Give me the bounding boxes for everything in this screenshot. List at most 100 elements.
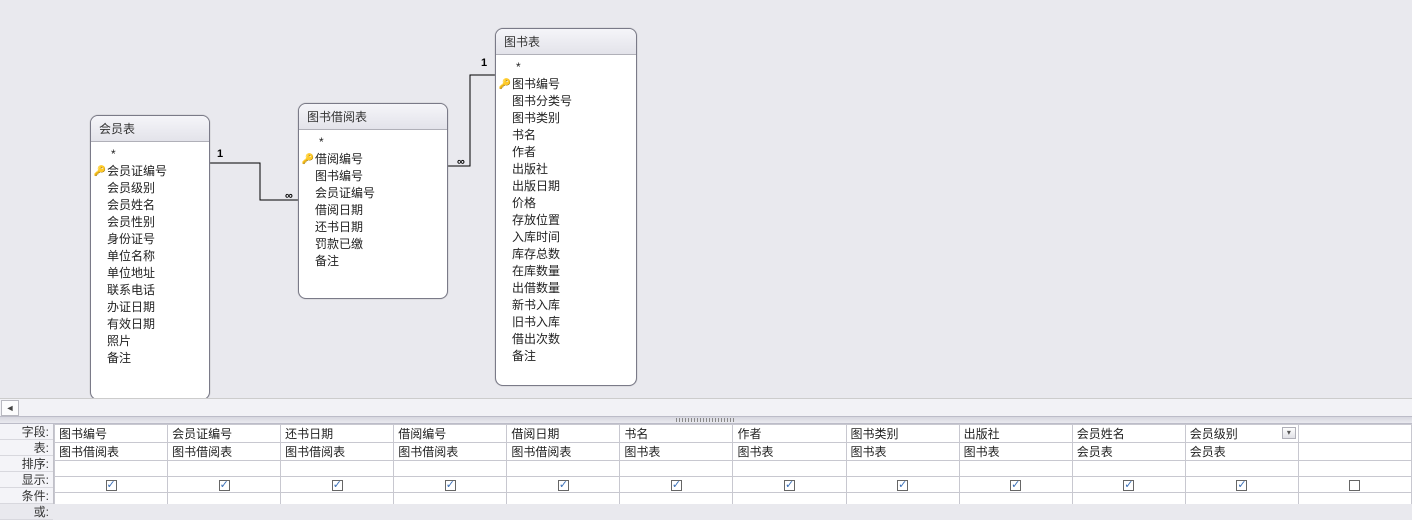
grid-table-cell[interactable]: 图书借阅表 [55, 443, 168, 461]
field-item[interactable]: * [299, 134, 447, 151]
field-item[interactable]: 出借数量 [496, 280, 636, 297]
grid-sort-cell[interactable] [1298, 461, 1411, 477]
grid-field-cell[interactable]: 出版社 [959, 425, 1072, 443]
grid-field-cell[interactable]: 会员级别▾ [1185, 425, 1298, 443]
query-design-surface[interactable]: 1 ∞ ∞ 1 会员表 *🔑会员证编号会员级别会员姓名会员性别身份证号单位名称单… [0, 0, 1412, 398]
pane-splitter[interactable] [0, 416, 1412, 424]
table-field-list[interactable]: *🔑借阅编号图书编号会员证编号借阅日期还书日期罚款已缴备注 [299, 130, 447, 299]
grid-sort-cell[interactable] [846, 461, 959, 477]
grid-criteria-cell[interactable] [394, 493, 507, 505]
grid-show-cell[interactable] [281, 477, 394, 493]
field-item[interactable]: 出版日期 [496, 178, 636, 195]
field-item[interactable]: * [91, 146, 209, 163]
table-member[interactable]: 会员表 *🔑会员证编号会员级别会员姓名会员性别身份证号单位名称单位地址联系电话办… [90, 115, 210, 400]
field-item[interactable]: 备注 [299, 253, 447, 270]
show-checkbox[interactable] [106, 480, 117, 491]
grid-show-cell[interactable] [959, 477, 1072, 493]
field-item[interactable]: 作者 [496, 144, 636, 161]
field-item[interactable]: 出版社 [496, 161, 636, 178]
field-item[interactable]: 会员证编号 [299, 185, 447, 202]
grid-field-cell[interactable]: 会员证编号 [168, 425, 281, 443]
grid-table[interactable]: 图书编号会员证编号还书日期借阅编号借阅日期书名作者图书类别出版社会员姓名会员级别… [54, 424, 1412, 504]
field-item[interactable]: 备注 [91, 350, 209, 367]
grid-table-cell[interactable]: 图书借阅表 [507, 443, 620, 461]
field-item[interactable]: 图书类别 [496, 110, 636, 127]
grid-sort-cell[interactable] [507, 461, 620, 477]
grid-criteria-cell[interactable] [1298, 493, 1411, 505]
table-borrow[interactable]: 图书借阅表 *🔑借阅编号图书编号会员证编号借阅日期还书日期罚款已缴备注 [298, 103, 448, 299]
grid-sort-cell[interactable] [281, 461, 394, 477]
grid-field-cell[interactable] [1298, 425, 1411, 443]
grid-field-cell[interactable]: 还书日期 [281, 425, 394, 443]
field-item[interactable]: 单位地址 [91, 265, 209, 282]
grid-table-cell[interactable]: 图书表 [846, 443, 959, 461]
field-item[interactable]: 罚款已缴 [299, 236, 447, 253]
show-checkbox[interactable] [445, 480, 456, 491]
show-checkbox[interactable] [897, 480, 908, 491]
field-item[interactable]: * [496, 59, 636, 76]
table-title[interactable]: 图书表 [496, 29, 636, 55]
grid-sort-cell[interactable] [620, 461, 733, 477]
grid-table-cell[interactable]: 会员表 [1185, 443, 1298, 461]
show-checkbox[interactable] [219, 480, 230, 491]
table-title[interactable]: 会员表 [91, 116, 209, 142]
grid-sort-cell[interactable] [959, 461, 1072, 477]
field-item[interactable]: 身份证号 [91, 231, 209, 248]
grid-criteria-cell[interactable] [846, 493, 959, 505]
show-checkbox[interactable] [671, 480, 682, 491]
show-checkbox[interactable] [1010, 480, 1021, 491]
field-item[interactable]: 单位名称 [91, 248, 209, 265]
field-item[interactable]: 有效日期 [91, 316, 209, 333]
grid-field-cell[interactable]: 书名 [620, 425, 733, 443]
show-checkbox[interactable] [1123, 480, 1134, 491]
field-item[interactable]: 会员级别 [91, 180, 209, 197]
grid-criteria-cell[interactable] [168, 493, 281, 505]
table-field-list[interactable]: *🔑图书编号图书分类号图书类别书名作者出版社出版日期价格存放位置入库时间库存总数… [496, 55, 636, 386]
field-item[interactable]: 借出次数 [496, 331, 636, 348]
grid-show-cell[interactable] [1298, 477, 1411, 493]
field-item[interactable]: 书名 [496, 127, 636, 144]
grid-table-cell[interactable]: 图书表 [959, 443, 1072, 461]
grid-criteria-cell[interactable] [55, 493, 168, 505]
grid-field-cell[interactable]: 图书编号 [55, 425, 168, 443]
grid-sort-cell[interactable] [1185, 461, 1298, 477]
grid-show-cell[interactable] [846, 477, 959, 493]
grid-show-cell[interactable] [168, 477, 281, 493]
show-checkbox[interactable] [332, 480, 343, 491]
grid-criteria-cell[interactable] [1072, 493, 1185, 505]
field-item[interactable]: 联系电话 [91, 282, 209, 299]
grid-sort-cell[interactable] [394, 461, 507, 477]
field-item[interactable]: 借阅日期 [299, 202, 447, 219]
grid-show-cell[interactable] [507, 477, 620, 493]
grid-sort-cell[interactable] [55, 461, 168, 477]
grid-show-cell[interactable] [733, 477, 846, 493]
field-item[interactable]: 会员性别 [91, 214, 209, 231]
show-checkbox[interactable] [1236, 480, 1247, 491]
grid-sort-cell[interactable] [733, 461, 846, 477]
grid-criteria-cell[interactable] [959, 493, 1072, 505]
show-checkbox[interactable] [558, 480, 569, 491]
field-item[interactable]: 库存总数 [496, 246, 636, 263]
field-item[interactable]: 照片 [91, 333, 209, 350]
nav-prev-button[interactable]: ◄ [1, 400, 19, 416]
field-item[interactable]: 会员姓名 [91, 197, 209, 214]
field-item[interactable]: 办证日期 [91, 299, 209, 316]
field-item[interactable]: 旧书入库 [496, 314, 636, 331]
grid-criteria-cell[interactable] [1185, 493, 1298, 505]
grid-field-cell[interactable]: 会员姓名 [1072, 425, 1185, 443]
grid-show-cell[interactable] [1072, 477, 1185, 493]
show-checkbox[interactable] [1349, 480, 1360, 491]
grid-sort-cell[interactable] [1072, 461, 1185, 477]
table-book[interactable]: 图书表 *🔑图书编号图书分类号图书类别书名作者出版社出版日期价格存放位置入库时间… [495, 28, 637, 386]
grid-show-cell[interactable] [55, 477, 168, 493]
field-item[interactable]: 备注 [496, 348, 636, 365]
table-field-list[interactable]: *🔑会员证编号会员级别会员姓名会员性别身份证号单位名称单位地址联系电话办证日期有… [91, 142, 209, 400]
grid-table-cell[interactable]: 图书表 [620, 443, 733, 461]
grid-field-cell[interactable]: 借阅日期 [507, 425, 620, 443]
grid-table-cell[interactable]: 图书借阅表 [281, 443, 394, 461]
grid-sort-cell[interactable] [168, 461, 281, 477]
grid-criteria-cell[interactable] [507, 493, 620, 505]
field-item[interactable]: 图书分类号 [496, 93, 636, 110]
field-item[interactable]: 图书编号 [299, 168, 447, 185]
show-checkbox[interactable] [784, 480, 795, 491]
